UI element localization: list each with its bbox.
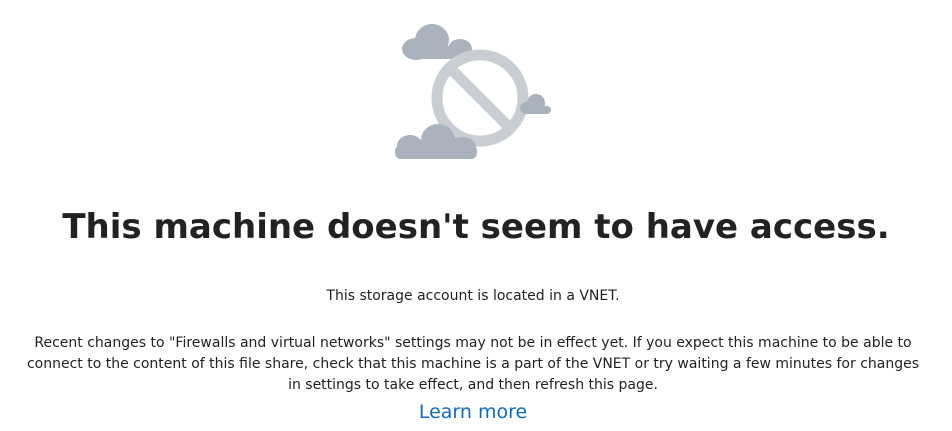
prohibited-sign-icon <box>431 49 529 147</box>
no-access-illustration <box>395 24 551 159</box>
no-access-page: This machine doesn't seem to have access… <box>0 0 952 431</box>
learn-more-link[interactable]: Learn more <box>0 399 946 425</box>
cloud-icon <box>395 124 477 159</box>
page-title: This machine doesn't seem to have access… <box>62 207 890 247</box>
vnet-notice: This storage account is located in a VNE… <box>326 288 620 304</box>
access-explanation: Recent changes to "Firewalls and virtual… <box>26 335 920 393</box>
